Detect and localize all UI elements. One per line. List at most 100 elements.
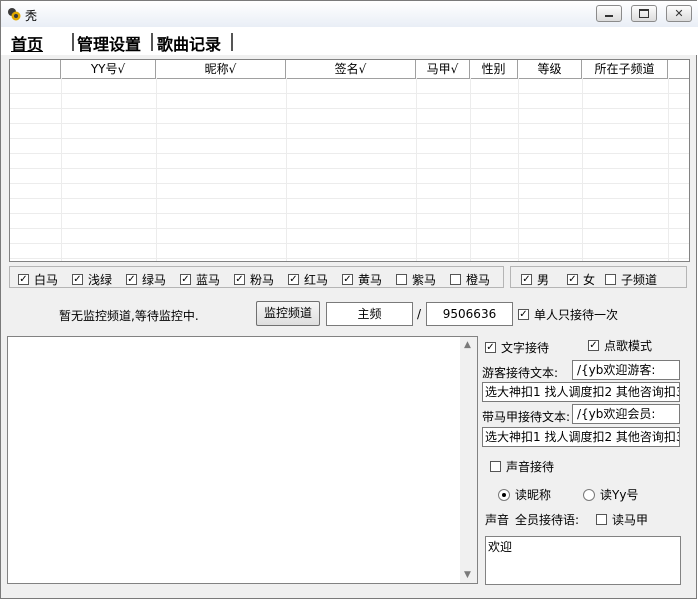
radio-dot [502,492,506,497]
song-mode-checkbox[interactable]: ✓ 点歌模式 [588,337,652,354]
table-row[interactable] [10,183,689,199]
column-header-nickname[interactable]: 昵称√ [156,60,286,78]
radio-circle [498,488,510,501]
checkbox-label: 单人只接待一次 [534,308,619,322]
tab-home[interactable]: 首页 [11,31,43,55]
log-scrollbar[interactable]: ▲ ▼ [460,337,477,583]
tab-management-settings[interactable]: 管理设置 [77,31,141,55]
checkbox-box [605,274,616,285]
filter-checkbox-7[interactable]: 紫马 [396,271,436,288]
checkbox-label: 女 [583,273,596,287]
column-header[interactable] [10,60,61,78]
column-header-sub-channel[interactable]: 所在子频道 [582,60,668,78]
monitor-channel-button[interactable]: 监控频道 [256,301,320,326]
title-bar: 秃 ✕ [1,1,698,28]
column-header-gender[interactable]: 性别 [470,60,518,78]
filter-checkbox-2[interactable]: ✓ 绿马 [126,271,166,288]
checkbox-box: ✓ [234,274,245,285]
scroll-up-icon[interactable]: ▲ [464,340,471,350]
checkbox-label: 绿马 [142,273,167,287]
channel-name-field[interactable]: 主频 [326,302,413,326]
guest-text-label: 游客接待文本: [482,366,559,380]
checkbox-box [596,514,607,525]
filter-checkbox-1[interactable]: ✓ 浅绿 [72,271,112,288]
checkbox-label: 声音接待 [506,460,555,474]
tab-song-records[interactable]: 歌曲记录 [157,31,221,55]
maximize-button[interactable] [631,5,657,22]
user-list-table[interactable]: YY号√ 昵称√ 签名√ 马甲√ 性别 等级 所在子频道 [9,59,690,262]
tab-divider [231,33,233,51]
radio-circle [583,488,595,501]
table-row[interactable] [10,243,689,259]
guest-text-field-2[interactable]: 选大神扣1 找人调度扣2 其他咨询扣3 [482,382,680,402]
gender-checkbox-0[interactable]: ✓ 男 [521,271,549,288]
checkbox-label: 读马甲 [612,513,649,527]
table-row[interactable] [10,213,689,229]
checkbox-label: 白马 [34,273,59,287]
table-row[interactable] [10,198,689,214]
minimize-icon [605,15,613,17]
checkbox-box [490,461,501,472]
channel-separator: / [417,307,422,321]
tab-strip: 首页 管理设置 歌曲记录 [1,27,698,55]
column-divider [416,78,417,261]
checkbox-label: 紫马 [412,273,437,287]
table-row[interactable] [10,123,689,139]
checkbox-label: 蓝马 [196,273,221,287]
table-row[interactable] [10,153,689,169]
checkbox-box: ✓ [518,309,529,320]
radio-label: 读Yy号 [600,488,639,502]
checkbox-label: 男 [537,273,550,287]
table-header: YY号√ 昵称√ 签名√ 马甲√ 性别 等级 所在子频道 [10,60,689,79]
checkbox-box: ✓ [72,274,83,285]
monitor-status-text: 暂无监控频道,等待监控中. [59,309,199,323]
checkbox-label: 子频道 [621,273,658,287]
vest-text-field[interactable]: /{yb欢迎会员: [572,404,680,424]
voice-reception-checkbox[interactable]: 声音接待 [490,458,554,475]
table-row[interactable] [10,228,689,244]
filter-checkbox-5[interactable]: ✓ 红马 [288,271,328,288]
read-nickname-radio[interactable]: 读昵称 [498,486,551,503]
read-yy-radio[interactable]: 读Yy号 [583,486,638,503]
text-reception-checkbox[interactable]: ✓ 文字接待 [485,339,549,356]
table-row[interactable] [10,138,689,154]
column-divider [518,78,519,261]
checkbox-box: ✓ [126,274,137,285]
single-reception-checkbox[interactable]: ✓ 单人只接待一次 [518,306,618,323]
voice-label: 声音 [485,513,510,527]
table-row[interactable] [10,168,689,184]
filter-checkbox-6[interactable]: ✓ 黄马 [342,271,382,288]
gender-checkbox-2[interactable]: 子频道 [605,271,657,288]
minimize-button[interactable] [596,5,622,22]
log-text-area[interactable]: ▲ ▼ [7,336,478,584]
column-divider [61,78,62,261]
column-header-signature[interactable]: 签名√ [286,60,416,78]
column-divider [470,78,471,261]
scroll-down-icon[interactable]: ▼ [464,570,471,580]
filter-checkbox-8[interactable]: 橙马 [450,271,490,288]
guest-text-field[interactable]: /{yb欢迎游客: [572,360,680,380]
read-vest-checkbox[interactable]: 读马甲 [596,511,648,528]
channel-id-field[interactable]: 9506636 [426,302,513,326]
column-header-level[interactable]: 等级 [518,60,582,78]
table-row[interactable] [10,78,689,94]
main-window: 秃 ✕ 首页 管理设置 歌曲记录 YY号√ 昵称√ 签名√ 马甲√ 性别 等级 … [0,0,698,599]
close-button[interactable]: ✕ [666,5,692,22]
gender-checkbox-1[interactable]: ✓ 女 [567,271,595,288]
column-divider [286,78,287,261]
checkbox-label: 粉马 [250,273,275,287]
checkbox-label: 橙马 [466,273,491,287]
greeting-text-area[interactable]: 欢迎 [485,536,681,585]
maximize-icon [639,9,649,18]
filter-checkbox-0[interactable]: ✓ 白马 [18,271,58,288]
filter-checkbox-4[interactable]: ✓ 粉马 [234,271,274,288]
checkbox-box: ✓ [588,340,599,351]
column-header-yy[interactable]: YY号√ [61,60,156,78]
vest-text-field-2[interactable]: 选大神扣1 找人调度扣2 其他咨询扣3 [482,427,680,447]
checkbox-label: 文字接待 [501,341,550,355]
filter-checkbox-3[interactable]: ✓ 蓝马 [180,271,220,288]
column-header-vest[interactable]: 马甲√ [416,60,470,78]
column-divider [156,78,157,261]
table-row[interactable] [10,93,689,109]
table-row[interactable] [10,108,689,124]
